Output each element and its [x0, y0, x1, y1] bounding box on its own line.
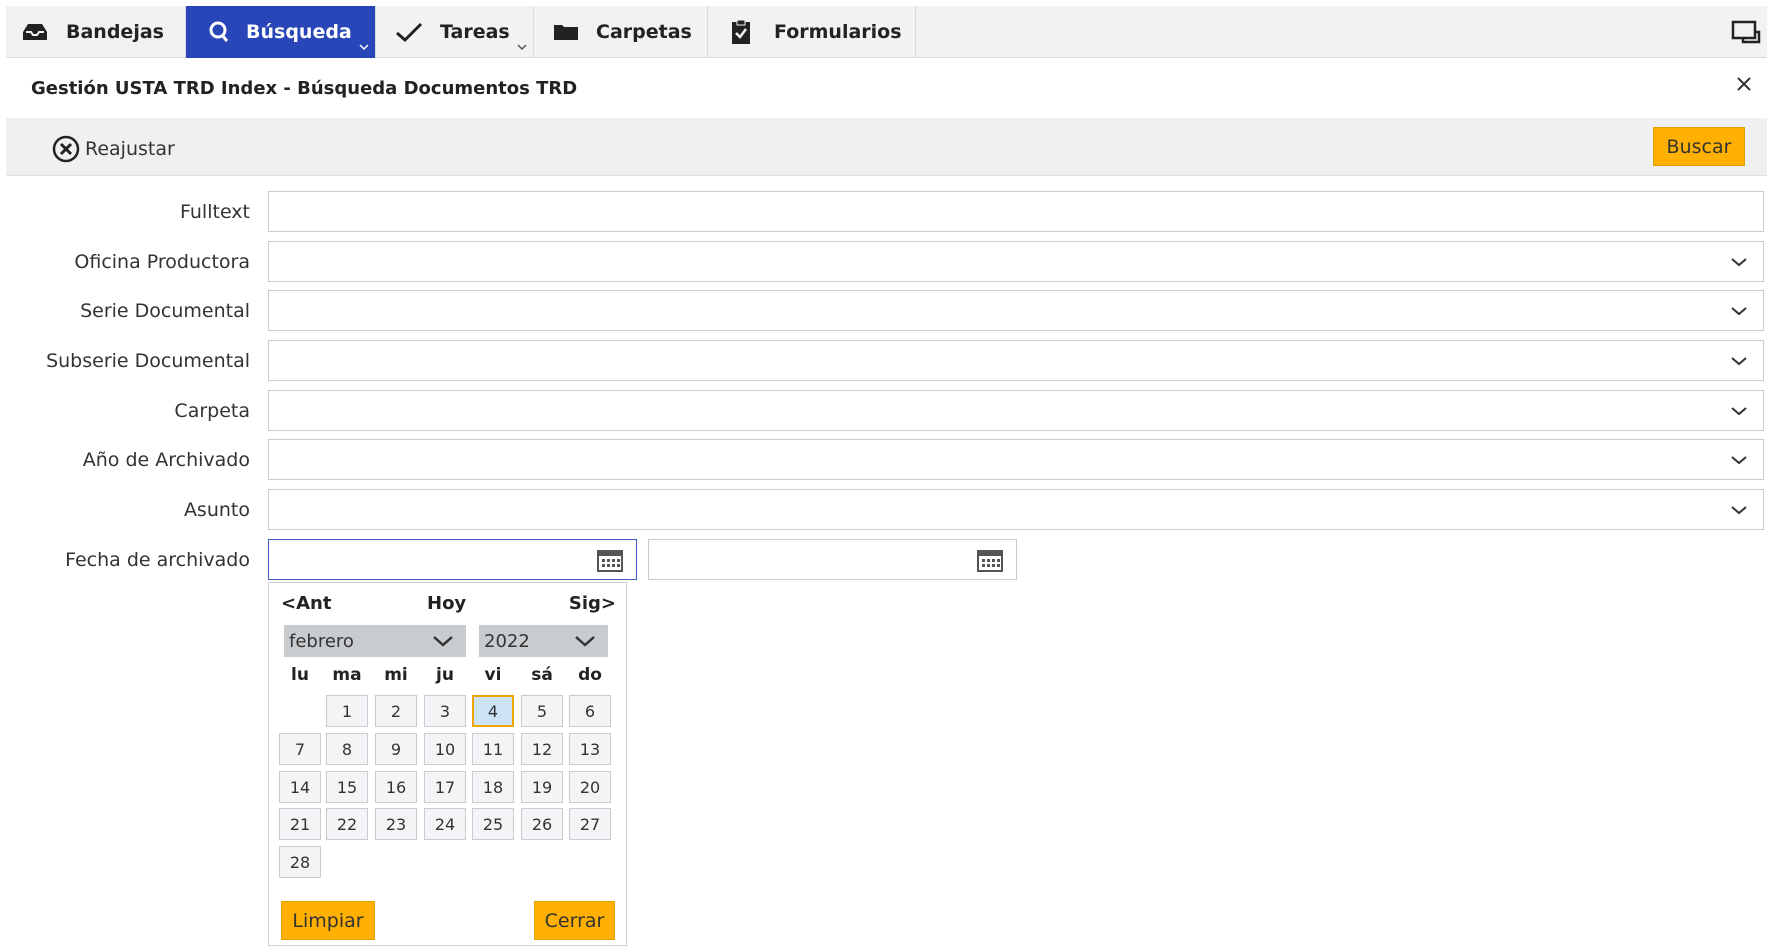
field-label: Oficina Productora [74, 251, 250, 273]
check-icon [394, 21, 424, 43]
top-navigation: Bandejas Búsqueda Tareas Carpetas Formul… [6, 6, 1767, 58]
calendar-icon[interactable] [976, 547, 1004, 573]
calendar-day[interactable]: 18 [472, 771, 514, 803]
calendar-day[interactable]: 9 [375, 733, 417, 765]
tab-label: Carpetas [596, 21, 692, 43]
calendar-day[interactable]: 11 [472, 733, 514, 765]
inbox-icon [20, 22, 50, 42]
close-button[interactable]: Cerrar [534, 901, 615, 940]
close-icon[interactable] [1735, 75, 1753, 98]
chevron-down-icon [1731, 258, 1747, 267]
folder-icon [552, 22, 580, 42]
chevron-down-icon [1731, 357, 1747, 366]
chevron-down-icon [1731, 307, 1747, 316]
dialog-header: Gestión USTA TRD Index - Búsqueda Docume… [6, 58, 1767, 118]
toolbar: Reajustar Buscar [6, 118, 1767, 176]
clear-button[interactable]: Limpiar [281, 901, 375, 940]
subserie-documental-select[interactable] [268, 340, 1764, 381]
year-value: 2022 [484, 630, 530, 652]
year-select[interactable]: 2022 [479, 625, 608, 657]
tab-formularios[interactable]: Formularios [708, 6, 916, 58]
tab-label: Tareas [440, 21, 510, 43]
weekday-header: sá [531, 665, 553, 685]
date-to-input[interactable] [648, 539, 1017, 580]
field-label: Serie Documental [80, 300, 250, 322]
tab-bandejas[interactable]: Bandejas [6, 6, 186, 58]
reset-button[interactable]: Reajustar [51, 134, 175, 164]
calendar-day[interactable]: 17 [424, 771, 466, 803]
calendar-day[interactable]: 6 [569, 695, 611, 727]
weekday-header: ju [436, 665, 454, 685]
serie-documental-select[interactable] [268, 290, 1764, 331]
calendar-day[interactable]: 14 [279, 771, 321, 803]
calendar-day[interactable]: 27 [569, 808, 611, 840]
calendar-day[interactable]: 28 [279, 846, 321, 878]
calendar-icon[interactable] [596, 547, 624, 573]
tab-carpetas[interactable]: Carpetas [534, 6, 708, 58]
field-label: Fulltext [180, 201, 250, 223]
calendar-day-today[interactable]: 4 [472, 695, 514, 727]
tab-tareas[interactable]: Tareas [376, 6, 534, 58]
field-label: Asunto [183, 499, 250, 521]
field-label: Año de Archivado [82, 449, 250, 471]
calendar-day[interactable]: 5 [521, 695, 563, 727]
oficina-productora-select[interactable] [268, 241, 1764, 282]
prev-month-link[interactable]: <Ant [281, 593, 331, 614]
calendar-day[interactable]: 25 [472, 808, 514, 840]
calendar-day[interactable]: 15 [326, 771, 368, 803]
tab-label: Bandejas [66, 21, 164, 43]
field-label: Carpeta [174, 400, 250, 422]
weekday-header: do [578, 665, 602, 685]
datepicker: <Ant Hoy Sig> febrero 2022 lu ma mi ju vi sá d… [268, 582, 627, 946]
calendar-day[interactable]: 26 [521, 808, 563, 840]
chevron-down-icon [1731, 456, 1747, 465]
tab-busqueda[interactable]: Búsqueda [186, 6, 376, 58]
next-month-link[interactable]: Sig> [569, 593, 616, 614]
today-link[interactable]: Hoy [427, 593, 466, 614]
clipboard-icon [730, 19, 752, 45]
reset-label: Reajustar [85, 138, 175, 160]
calendar-day[interactable]: 12 [521, 733, 563, 765]
search-icon [208, 20, 230, 44]
weekday-header: lu [291, 665, 309, 685]
search-button[interactable]: Buscar [1653, 127, 1745, 166]
calendar-day[interactable]: 16 [375, 771, 417, 803]
tab-label: Búsqueda [246, 21, 352, 43]
chevron-down-icon [1731, 506, 1747, 515]
date-from-input[interactable] [268, 539, 637, 580]
close-circle-icon [52, 135, 80, 163]
calendar-day[interactable]: 23 [375, 808, 417, 840]
weekday-header: vi [484, 665, 502, 685]
window-icon[interactable] [1731, 20, 1761, 49]
calendar-day[interactable]: 7 [279, 733, 321, 765]
month-select[interactable]: febrero [284, 625, 466, 657]
weekday-header: ma [332, 665, 362, 685]
calendar-day[interactable]: 13 [569, 733, 611, 765]
calendar-day[interactable]: 21 [279, 808, 321, 840]
calendar-day[interactable]: 19 [521, 771, 563, 803]
page-title: Gestión USTA TRD Index - Búsqueda Docume… [31, 78, 578, 99]
field-label: Subserie Documental [46, 350, 250, 372]
calendar-day[interactable]: 24 [424, 808, 466, 840]
field-label: Fecha de archivado [65, 549, 250, 571]
chevron-down-icon [1731, 407, 1747, 416]
carpeta-select[interactable] [268, 390, 1764, 431]
calendar-day[interactable]: 20 [569, 771, 611, 803]
calendar-day[interactable]: 2 [375, 695, 417, 727]
asunto-select[interactable] [268, 489, 1764, 530]
anio-archivado-select[interactable] [268, 439, 1764, 480]
month-value: febrero [289, 630, 354, 652]
chevron-down-icon [359, 44, 369, 51]
chevron-down-icon [517, 44, 527, 51]
tab-label: Formularios [774, 21, 902, 43]
calendar-day[interactable]: 10 [424, 733, 466, 765]
fulltext-input[interactable] [268, 191, 1764, 232]
calendar-day[interactable]: 3 [424, 695, 466, 727]
chevron-down-icon [433, 636, 453, 647]
weekday-header: mi [384, 665, 408, 685]
chevron-down-icon [575, 636, 595, 647]
calendar-day[interactable]: 1 [326, 695, 368, 727]
calendar-day[interactable]: 22 [326, 808, 368, 840]
calendar-day[interactable]: 8 [326, 733, 368, 765]
